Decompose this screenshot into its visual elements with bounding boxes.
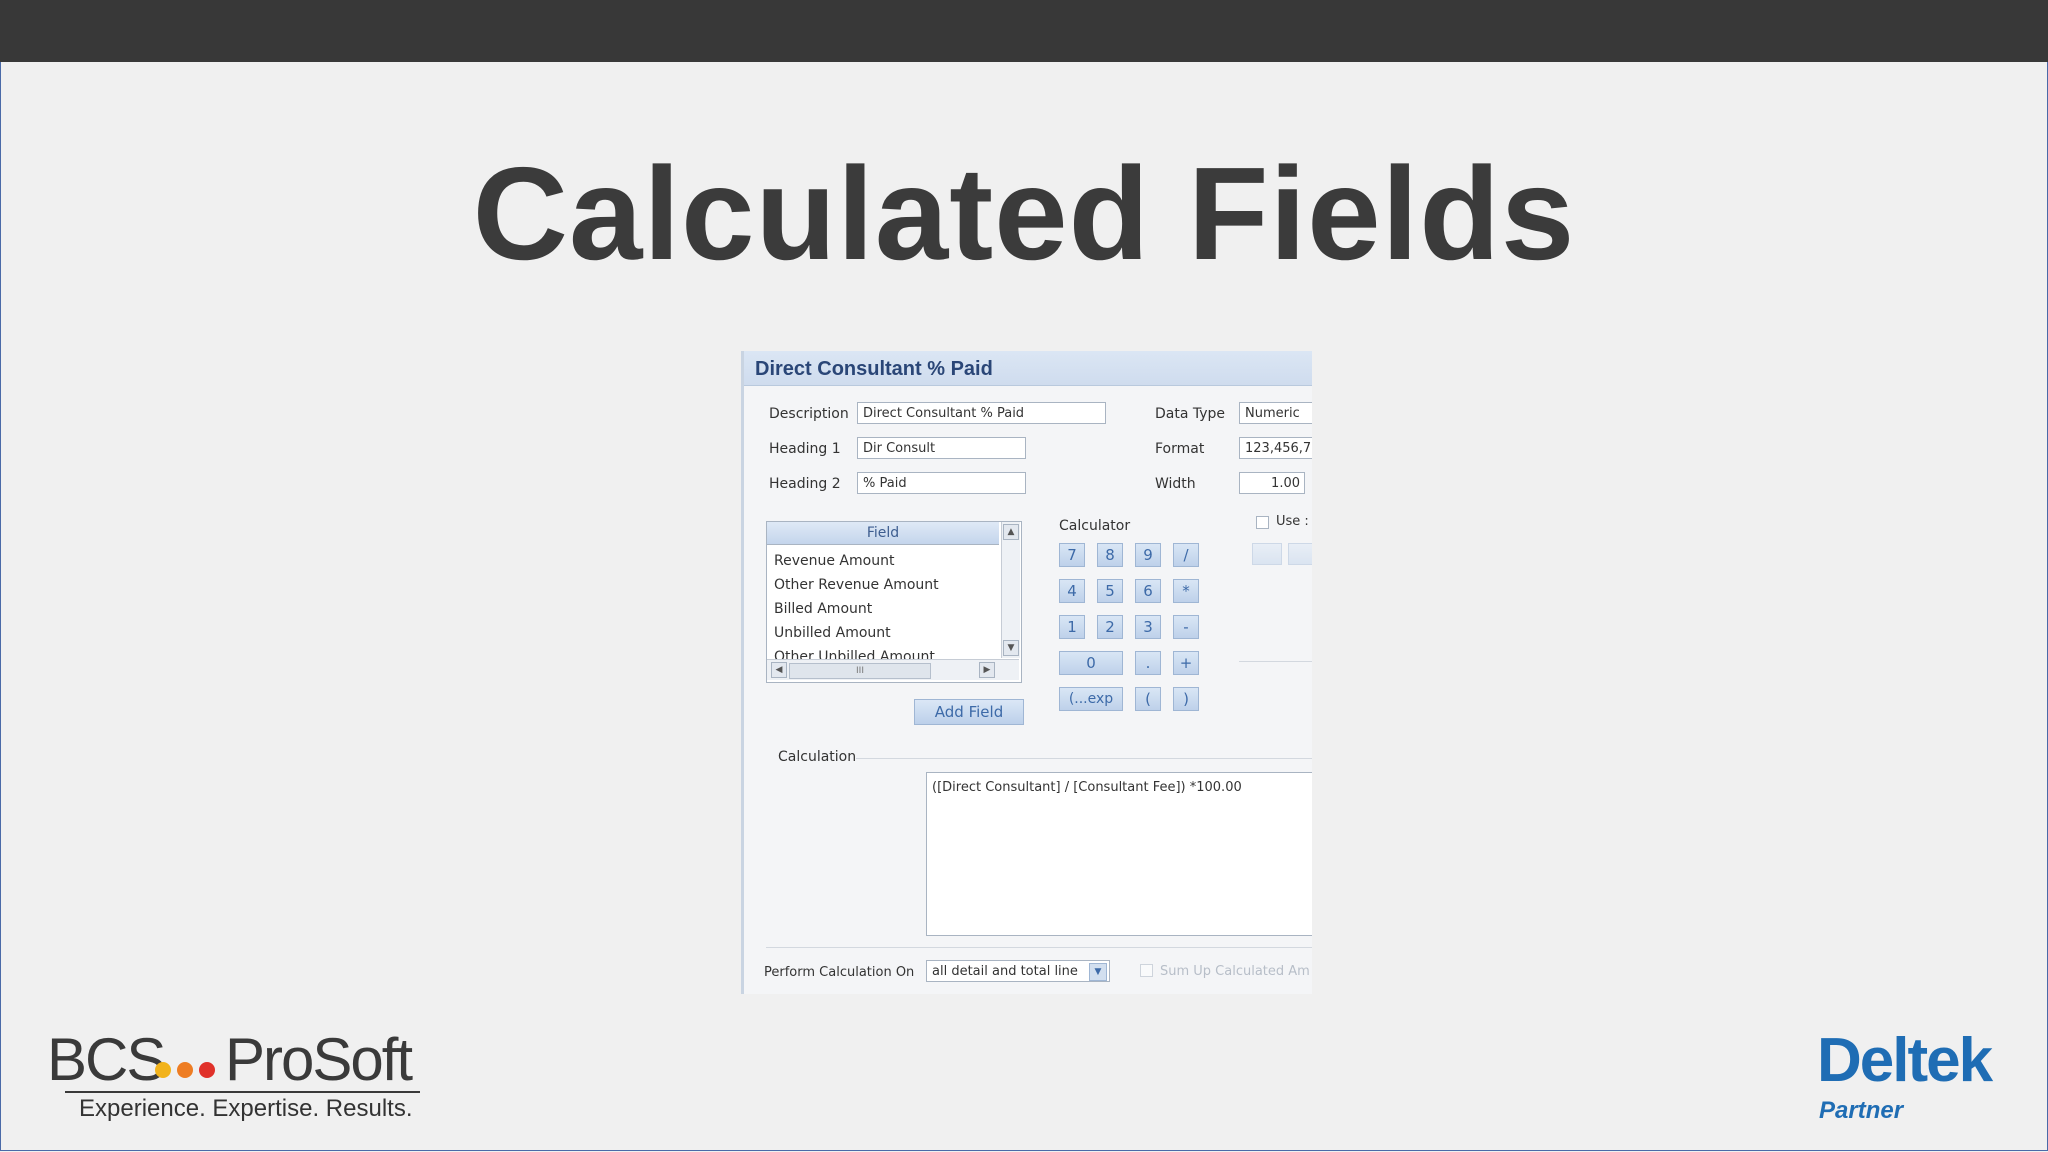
logo-underline	[65, 1091, 420, 1093]
chevron-down-icon[interactable]: ▼	[1089, 963, 1107, 981]
logo-dot-red	[199, 1062, 215, 1078]
partner-logo-text: Partner	[1819, 1097, 1904, 1124]
divider	[766, 947, 1312, 948]
divider	[1239, 661, 1312, 662]
logo-dot-yellow	[155, 1062, 171, 1078]
list-item[interactable]: Unbilled Amount	[774, 625, 891, 641]
use-checkbox[interactable]	[1256, 516, 1269, 529]
calculation-textarea[interactable]: ([Direct Consultant] / [Consultant Fee])…	[926, 772, 1312, 936]
heading2-input[interactable]: % Paid	[857, 472, 1026, 494]
key-1[interactable]: 1	[1059, 615, 1085, 639]
key-close-paren[interactable]: )	[1173, 687, 1199, 711]
scroll-thumb[interactable]: III	[789, 663, 931, 679]
scroll-down-icon[interactable]: ▼	[1003, 640, 1019, 656]
dialog-header: Direct Consultant % Paid	[744, 351, 1312, 386]
disabled-button	[1288, 543, 1312, 565]
width-label: Width	[1155, 476, 1196, 492]
format-label: Format	[1155, 441, 1205, 457]
logo-dot-orange	[177, 1062, 193, 1078]
list-item[interactable]: Billed Amount	[774, 601, 872, 617]
key-9[interactable]: 9	[1135, 543, 1161, 567]
key-5[interactable]: 5	[1097, 579, 1123, 603]
calculation-divider	[856, 758, 1312, 759]
key-divide[interactable]: /	[1173, 543, 1199, 567]
key-2[interactable]: 2	[1097, 615, 1123, 639]
key-decimal[interactable]: .	[1135, 651, 1161, 675]
field-list[interactable]: Field Revenue Amount Other Revenue Amoun…	[766, 521, 1022, 683]
sum-up-checkbox[interactable]	[1140, 964, 1153, 977]
calculation-label: Calculation	[778, 749, 857, 765]
scroll-up-icon[interactable]: ▲	[1003, 524, 1019, 540]
key-multiply[interactable]: *	[1173, 579, 1199, 603]
heading2-label: Heading 2	[769, 476, 841, 492]
logo-tagline: Experience. Expertise. Results.	[79, 1095, 413, 1122]
top-bar	[0, 0, 2048, 62]
description-label: Description	[769, 406, 849, 422]
perform-calculation-value: all detail and total line	[932, 964, 1078, 979]
use-label: Use :	[1276, 514, 1309, 529]
disabled-button	[1252, 543, 1282, 565]
sum-up-label: Sum Up Calculated Am	[1160, 964, 1310, 979]
key-3[interactable]: 3	[1135, 615, 1161, 639]
list-item[interactable]: Revenue Amount	[774, 553, 894, 569]
key-expression[interactable]: (...exp	[1059, 687, 1123, 711]
calculator-label: Calculator	[1059, 518, 1131, 534]
data-type-label: Data Type	[1155, 406, 1226, 422]
key-plus[interactable]: +	[1173, 651, 1199, 675]
perform-calculation-label: Perform Calculation On	[764, 965, 915, 980]
key-4[interactable]: 4	[1059, 579, 1085, 603]
key-minus[interactable]: -	[1173, 615, 1199, 639]
scroll-left-icon[interactable]: ◀	[771, 662, 787, 678]
key-open-paren[interactable]: (	[1135, 687, 1161, 711]
format-select[interactable]: 123,456,7	[1239, 437, 1312, 459]
vertical-scrollbar[interactable]: ▲ ▼	[1001, 522, 1020, 658]
data-type-select[interactable]: Numeric	[1239, 402, 1312, 424]
key-8[interactable]: 8	[1097, 543, 1123, 567]
dialog-title: Direct Consultant % Paid	[755, 358, 993, 380]
field-list-header[interactable]: Field	[767, 522, 999, 545]
slide-title: Calculated Fields	[472, 140, 1576, 287]
list-item[interactable]: Other Revenue Amount	[774, 577, 939, 593]
width-input[interactable]: 1.00	[1239, 472, 1305, 494]
key-0[interactable]: 0	[1059, 651, 1123, 675]
heading1-label: Heading 1	[769, 441, 841, 457]
key-7[interactable]: 7	[1059, 543, 1085, 567]
scroll-right-icon[interactable]: ▶	[979, 662, 995, 678]
horizontal-scrollbar[interactable]: ◀ III ▶	[767, 659, 1019, 680]
perform-calculation-select[interactable]: all detail and total line ▼	[926, 960, 1110, 982]
add-field-button[interactable]: Add Field	[914, 699, 1024, 725]
prosoft-logo-text: ProSoft	[225, 1026, 413, 1093]
deltek-logo-text: Deltek	[1817, 1026, 1993, 1095]
key-6[interactable]: 6	[1135, 579, 1161, 603]
heading1-input[interactable]: Dir Consult	[857, 437, 1026, 459]
calculated-field-dialog: Direct Consultant % Paid Description Dir…	[741, 351, 1312, 994]
bcs-logo-text: BCS	[47, 1026, 166, 1093]
description-input[interactable]: Direct Consultant % Paid	[857, 402, 1106, 424]
